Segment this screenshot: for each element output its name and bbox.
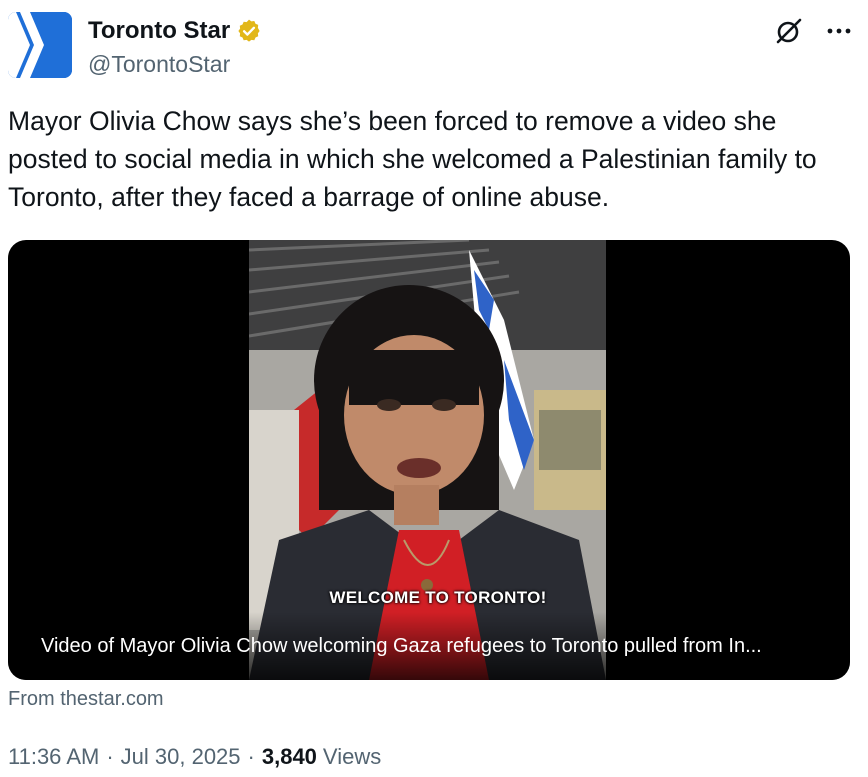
tweet-text: Mayor Olivia Chow says she’s been forced…	[8, 106, 817, 212]
display-name[interactable]: Toronto Star	[88, 14, 230, 48]
card-source[interactable]: From thestar.com	[8, 688, 164, 711]
grok-icon[interactable]	[772, 14, 806, 48]
video-overlay-text: WELCOME TO TORONTO!	[329, 588, 547, 607]
card-caption[interactable]: Video of Mayor Olivia Chow welcoming Gaz…	[41, 632, 820, 660]
avatar[interactable]	[8, 12, 72, 78]
name-row: Toronto Star	[88, 14, 262, 48]
tweet-header: Toronto Star @TorontoStar	[8, 12, 860, 82]
author-names: Toronto Star @TorontoStar	[88, 14, 262, 80]
link-card-media[interactable]: WELCOME TO TORONTO! Video of Mayor Olivi…	[8, 240, 850, 680]
meta-separator: ·	[247, 744, 255, 769]
more-icon[interactable]	[822, 14, 856, 48]
views-count[interactable]: 3,840	[262, 744, 317, 770]
handle[interactable]: @TorontoStar	[88, 48, 262, 80]
tweet-meta: 11:36 AM · Jul 30, 2025 · 3,840 Views	[8, 744, 381, 770]
tweet-time[interactable]: 11:36 AM	[8, 744, 99, 770]
tweet-date[interactable]: Jul 30, 2025	[121, 744, 241, 770]
meta-separator: ·	[106, 744, 114, 769]
views-label: Views	[322, 744, 382, 769]
verified-badge-icon[interactable]	[236, 18, 262, 44]
toronto-star-logo-icon	[8, 12, 72, 78]
